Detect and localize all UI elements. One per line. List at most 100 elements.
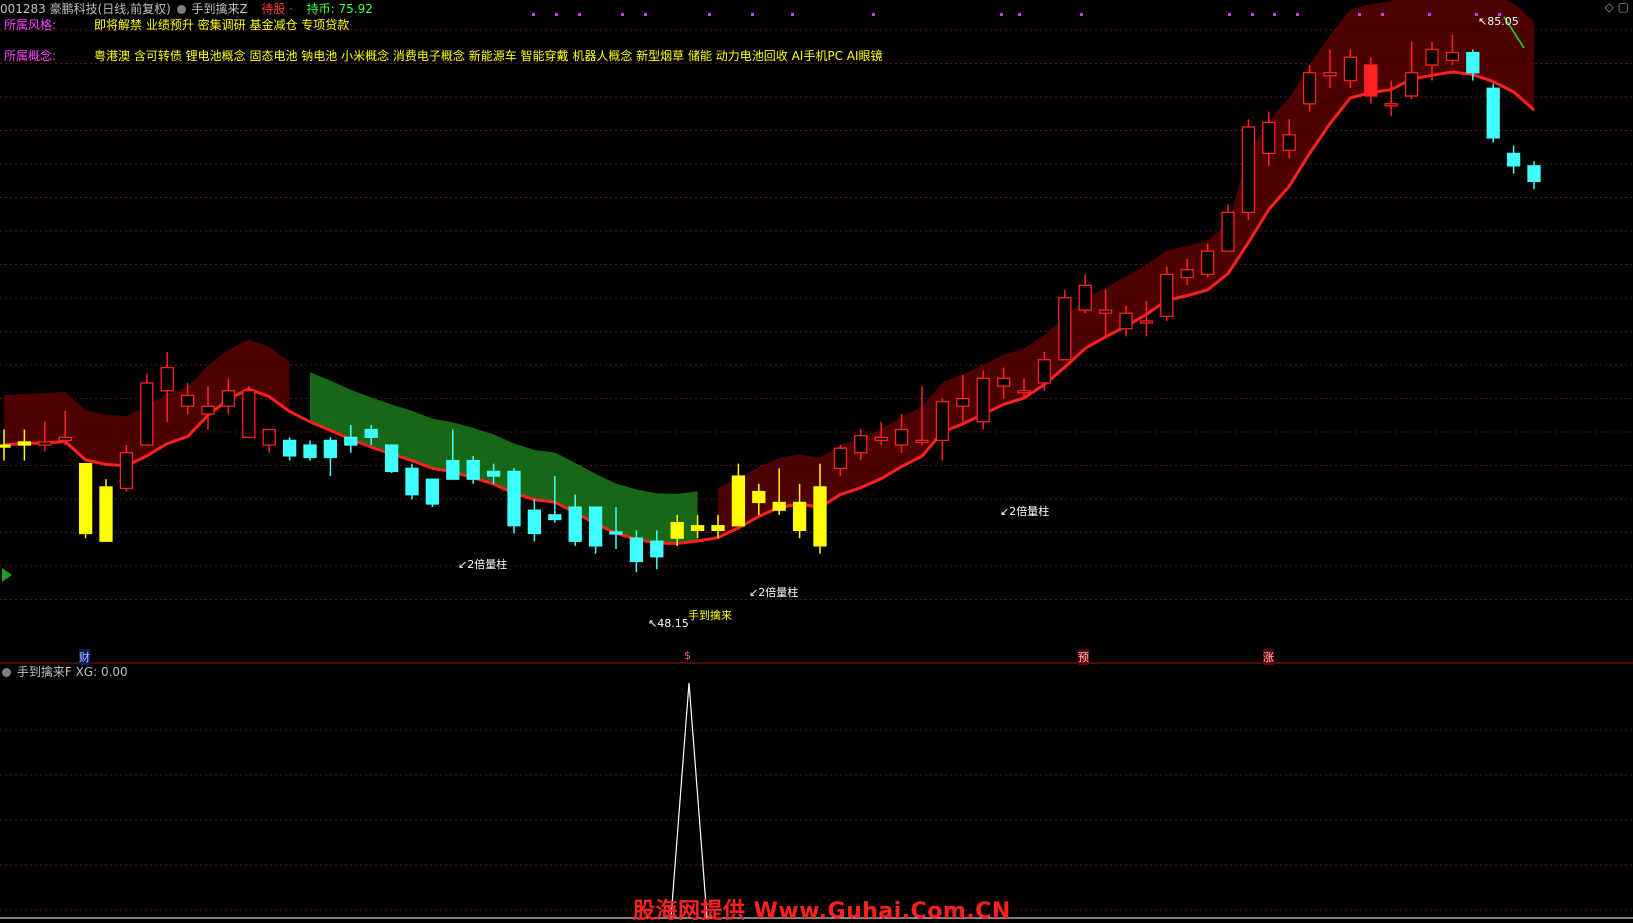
settings-icon[interactable] <box>176 5 186 14</box>
candle-body <box>1404 72 1419 97</box>
sub-panel-xg-line <box>0 682 1633 919</box>
xg-spike <box>670 682 708 919</box>
diamond-icon[interactable]: ◇ <box>1605 0 1614 14</box>
candle-body <box>792 501 807 532</box>
signal-dot <box>555 13 558 16</box>
signal-dot <box>791 13 794 16</box>
signal-dot <box>578 13 581 16</box>
candle-body <box>1425 48 1439 66</box>
kline-chart[interactable] <box>0 0 1633 923</box>
signal-dot <box>751 13 754 16</box>
candle-body <box>629 537 644 563</box>
signal-dot <box>1000 13 1003 16</box>
hold-label: 持币: 75.92 <box>306 2 373 16</box>
candle-body <box>548 514 562 521</box>
candle-body <box>0 444 11 448</box>
candle-body <box>180 394 195 407</box>
candle-body <box>731 475 746 527</box>
candle-body <box>303 444 317 459</box>
candle-body <box>833 447 848 469</box>
settings-icon[interactable] <box>2 668 11 677</box>
candle-body <box>1078 284 1092 311</box>
candle-body <box>1466 51 1480 74</box>
candle-body <box>690 525 705 532</box>
signal-dot <box>644 13 647 16</box>
event-marker[interactable]: 预 <box>1078 649 1089 665</box>
high-price-mark: ↖85.05 <box>1478 15 1519 28</box>
signal-dot <box>621 13 624 16</box>
candle-body <box>1241 126 1256 214</box>
candle-body <box>221 390 236 407</box>
candle-body <box>956 397 970 407</box>
style-label: 所属风格: <box>4 18 57 32</box>
event-marker[interactable]: 涨 <box>1263 649 1274 665</box>
candle-body <box>262 428 276 446</box>
candle-body <box>1262 121 1276 155</box>
candle-body <box>446 459 460 480</box>
candle-body <box>874 436 888 442</box>
candle-body <box>507 470 521 527</box>
signal-dot <box>1273 13 1276 16</box>
event-marker[interactable]: 财 <box>79 649 90 665</box>
candle-body <box>1221 211 1235 252</box>
trend-arrow-icon <box>2 568 12 582</box>
concept-label: 所属概念: <box>4 49 57 63</box>
candle-body <box>1282 134 1296 151</box>
candle-body <box>364 428 378 438</box>
candle-body <box>425 478 440 505</box>
candle-body <box>1445 51 1460 61</box>
candle-body <box>854 435 868 454</box>
candle-body <box>935 400 950 442</box>
candle-body <box>344 436 358 446</box>
sub-panel-xg: XG: 0.00 <box>75 665 128 679</box>
candle-body <box>1098 309 1113 314</box>
candle-body <box>915 439 929 444</box>
stock-title[interactable]: 001283 豪鹏科技(日线,前复权) <box>0 2 171 16</box>
sub-panel-header: 手到擒来F XG: 0.00 <box>0 665 128 679</box>
candle-body <box>996 377 1011 387</box>
candle-body <box>772 501 786 511</box>
signal-dot <box>708 13 711 16</box>
candle-body <box>78 463 93 535</box>
candle-body <box>1384 103 1398 107</box>
indicator-name[interactable]: 手到擒来Z <box>191 2 247 16</box>
concept-value: 粤港澳 含可转债 锂电池概念 固态电池 钠电池 小米概念 消费电子概念 新能源车… <box>94 49 883 63</box>
candle-body <box>140 382 154 446</box>
event-marker[interactable]: $ <box>684 649 691 662</box>
candle-body <box>58 436 72 442</box>
low-price-mark: ↖48.15 <box>648 617 689 630</box>
candle-body <box>1364 64 1378 97</box>
candle-body <box>1302 72 1317 105</box>
signal-dot <box>1251 13 1254 16</box>
candle-body <box>1160 273 1174 317</box>
candle-body <box>242 390 256 438</box>
candle-body <box>752 490 766 504</box>
signal-dot <box>1381 13 1384 16</box>
candle-body <box>466 459 480 480</box>
candle-body <box>527 509 542 535</box>
volume-annotation: ↙2倍量柱 <box>749 586 799 599</box>
candle-body <box>1506 152 1521 167</box>
volume-annotation: ↙2倍量柱 <box>458 558 508 571</box>
window-icon[interactable]: ▢ <box>1618 0 1629 14</box>
signal-label: 待股 · <box>261 2 293 16</box>
signal-dot <box>1080 13 1083 16</box>
watermark: 股海网提供 Www.Guhai.Com.CN <box>633 899 1011 923</box>
band-segment <box>310 372 698 544</box>
candle-body <box>1486 87 1500 139</box>
candle-body <box>1017 390 1031 394</box>
window-controls[interactable]: ◇ ▢ <box>1605 0 1629 14</box>
candle-body <box>119 452 134 490</box>
candle-body <box>17 441 32 446</box>
candle-body <box>670 521 684 539</box>
candle-body <box>711 525 725 532</box>
sub-panel-title[interactable]: 手到擒来F <box>17 665 72 679</box>
signal-dot <box>1228 13 1231 16</box>
candle-body <box>976 377 990 423</box>
candle-body <box>894 428 909 446</box>
candle-body <box>1139 320 1154 324</box>
candle-body <box>1323 72 1337 77</box>
candle-body <box>1527 165 1541 182</box>
candle-body <box>1200 250 1215 276</box>
candle-body <box>1119 312 1133 330</box>
